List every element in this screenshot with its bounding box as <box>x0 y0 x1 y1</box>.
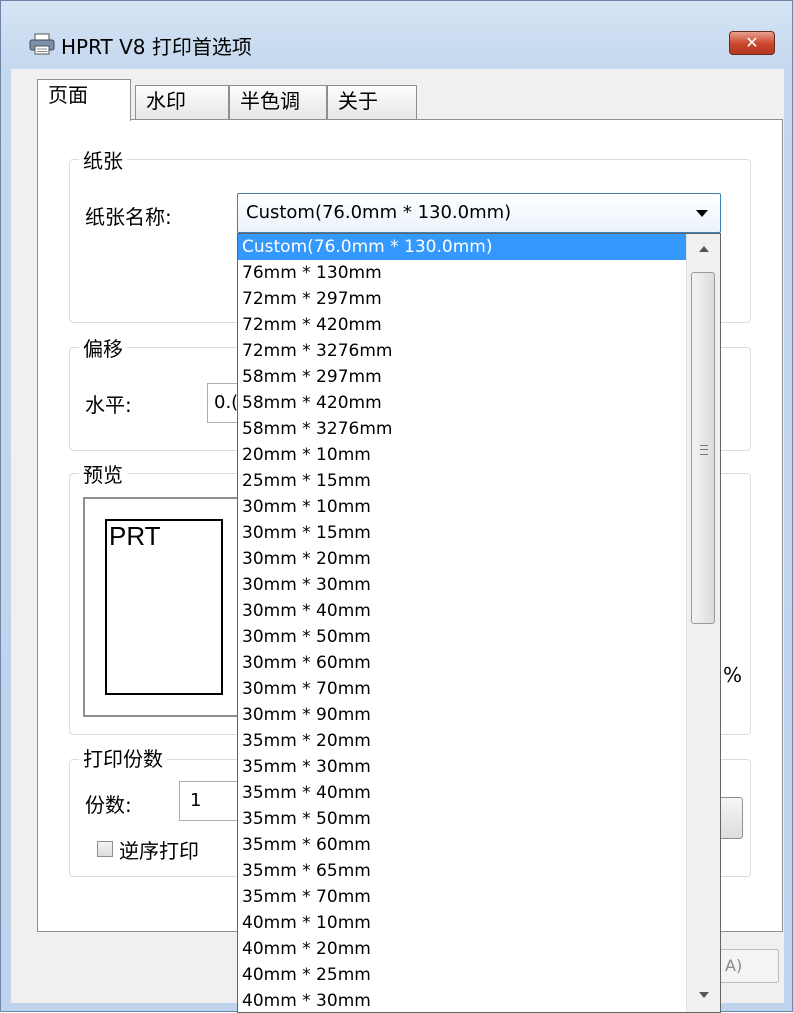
dropdown-option[interactable]: 35mm * 65mm <box>238 858 686 884</box>
dropdown-option[interactable]: 40mm * 10mm <box>238 910 686 936</box>
dropdown-option[interactable]: Custom(76.0mm * 130.0mm) <box>238 234 686 260</box>
chevron-down-icon[interactable] <box>696 210 708 217</box>
apply-button[interactable]: A) <box>721 949 779 983</box>
dropdown-option[interactable]: 35mm * 60mm <box>238 832 686 858</box>
dropdown-option[interactable]: 20mm * 10mm <box>238 442 686 468</box>
paper-name-dropdown-list: Custom(76.0mm * 130.0mm) 76mm * 130mm 72mm… <box>237 233 721 1013</box>
arrow-up-icon <box>699 246 709 252</box>
dropdown-option[interactable]: 35mm * 50mm <box>238 806 686 832</box>
dropdown-option[interactable]: 72mm * 3276mm <box>238 338 686 364</box>
tab-label: 关于 <box>338 89 378 113</box>
dropdown-option[interactable]: 30mm * 60mm <box>238 650 686 676</box>
tab-label: 页面 <box>48 83 88 107</box>
paper-name-value: Custom(76.0mm * 130.0mm) <box>246 202 512 223</box>
dropdown-option[interactable]: 30mm * 30mm <box>238 572 686 598</box>
scroll-thumb[interactable] <box>691 272 715 624</box>
dropdown-option[interactable]: 72mm * 297mm <box>238 286 686 312</box>
scroll-down-arrow[interactable] <box>687 978 720 1012</box>
paper-name-combobox[interactable]: Custom(76.0mm * 130.0mm) <box>237 193 721 233</box>
scroll-up-arrow[interactable] <box>687 234 720 268</box>
dropdown-option[interactable]: 35mm * 30mm <box>238 754 686 780</box>
offset-group-title: 偏移 <box>79 333 127 362</box>
apply-button-label: A) <box>725 956 743 975</box>
paper-group-title: 纸张 <box>79 145 127 174</box>
paper-size-options: Custom(76.0mm * 130.0mm) 76mm * 130mm 72mm… <box>238 234 686 1012</box>
horizontal-offset-value: 0.( <box>214 392 239 413</box>
window-title: HPRT V8 打印首选项 <box>61 35 252 59</box>
title-bar: HPRT V8 打印首选项 ✕ <box>1 1 792 59</box>
copies-count-value: 1 <box>190 790 202 811</box>
dropdown-option[interactable]: 58mm * 3276mm <box>238 416 686 442</box>
dropdown-option[interactable]: 76mm * 130mm <box>238 260 686 286</box>
dropdown-option[interactable]: 30mm * 90mm <box>238 702 686 728</box>
copies-count-label: 份数: <box>85 793 132 817</box>
paper-name-label: 纸张名称: <box>85 205 172 229</box>
close-icon: ✕ <box>745 33 759 52</box>
dropdown-option[interactable]: 40mm * 20mm <box>238 936 686 962</box>
dropdown-option[interactable]: 58mm * 420mm <box>238 390 686 416</box>
horizontal-offset-label: 水平: <box>85 393 132 417</box>
tab-page[interactable]: 页面 <box>37 79 131 121</box>
tab-label: 水印 <box>146 89 186 113</box>
dropdown-option[interactable]: 35mm * 70mm <box>238 884 686 910</box>
tab-halftone[interactable]: 半色调 <box>229 85 327 119</box>
printer-icon <box>29 33 55 55</box>
horizontal-offset-input[interactable]: 0.( <box>207 383 241 423</box>
dropdown-option[interactable]: 30mm * 20mm <box>238 546 686 572</box>
dropdown-option[interactable]: 40mm * 25mm <box>238 962 686 988</box>
dropdown-option[interactable]: 30mm * 15mm <box>238 520 686 546</box>
preview-group-title: 预览 <box>79 459 127 488</box>
dropdown-option[interactable]: 25mm * 15mm <box>238 468 686 494</box>
print-preferences-window: HPRT V8 打印首选项 ✕ 页面 水印 半色调 关于 纸张 纸张名称: Cu… <box>0 0 793 1013</box>
tab-watermark[interactable]: 水印 <box>135 85 229 119</box>
copies-group-title: 打印份数 <box>79 743 167 772</box>
dropdown-option[interactable]: 30mm * 10mm <box>238 494 686 520</box>
dropdown-option[interactable]: 72mm * 420mm <box>238 312 686 338</box>
reverse-order-checkbox[interactable] <box>97 841 113 857</box>
grip-icon <box>700 445 708 455</box>
reverse-order-label: 逆序打印 <box>119 839 199 863</box>
dropdown-option[interactable]: 35mm * 20mm <box>238 728 686 754</box>
preview-page-text: PRT <box>109 521 161 551</box>
dropdown-option[interactable]: 30mm * 40mm <box>238 598 686 624</box>
arrow-down-icon <box>699 992 709 998</box>
tab-about[interactable]: 关于 <box>327 85 417 119</box>
dropdown-option[interactable]: 58mm * 297mm <box>238 364 686 390</box>
copies-count-input[interactable]: 1 <box>179 781 241 821</box>
dropdown-scrollbar[interactable] <box>686 234 720 1012</box>
tab-label: 半色调 <box>240 89 300 113</box>
copies-side-button[interactable] <box>721 797 743 839</box>
dropdown-option[interactable]: 40mm * 30mm <box>238 988 686 1012</box>
scale-percent-label: % <box>723 663 743 687</box>
close-button[interactable]: ✕ <box>729 31 775 55</box>
dropdown-option[interactable]: 30mm * 50mm <box>238 624 686 650</box>
dropdown-option[interactable]: 35mm * 40mm <box>238 780 686 806</box>
dropdown-option[interactable]: 30mm * 70mm <box>238 676 686 702</box>
